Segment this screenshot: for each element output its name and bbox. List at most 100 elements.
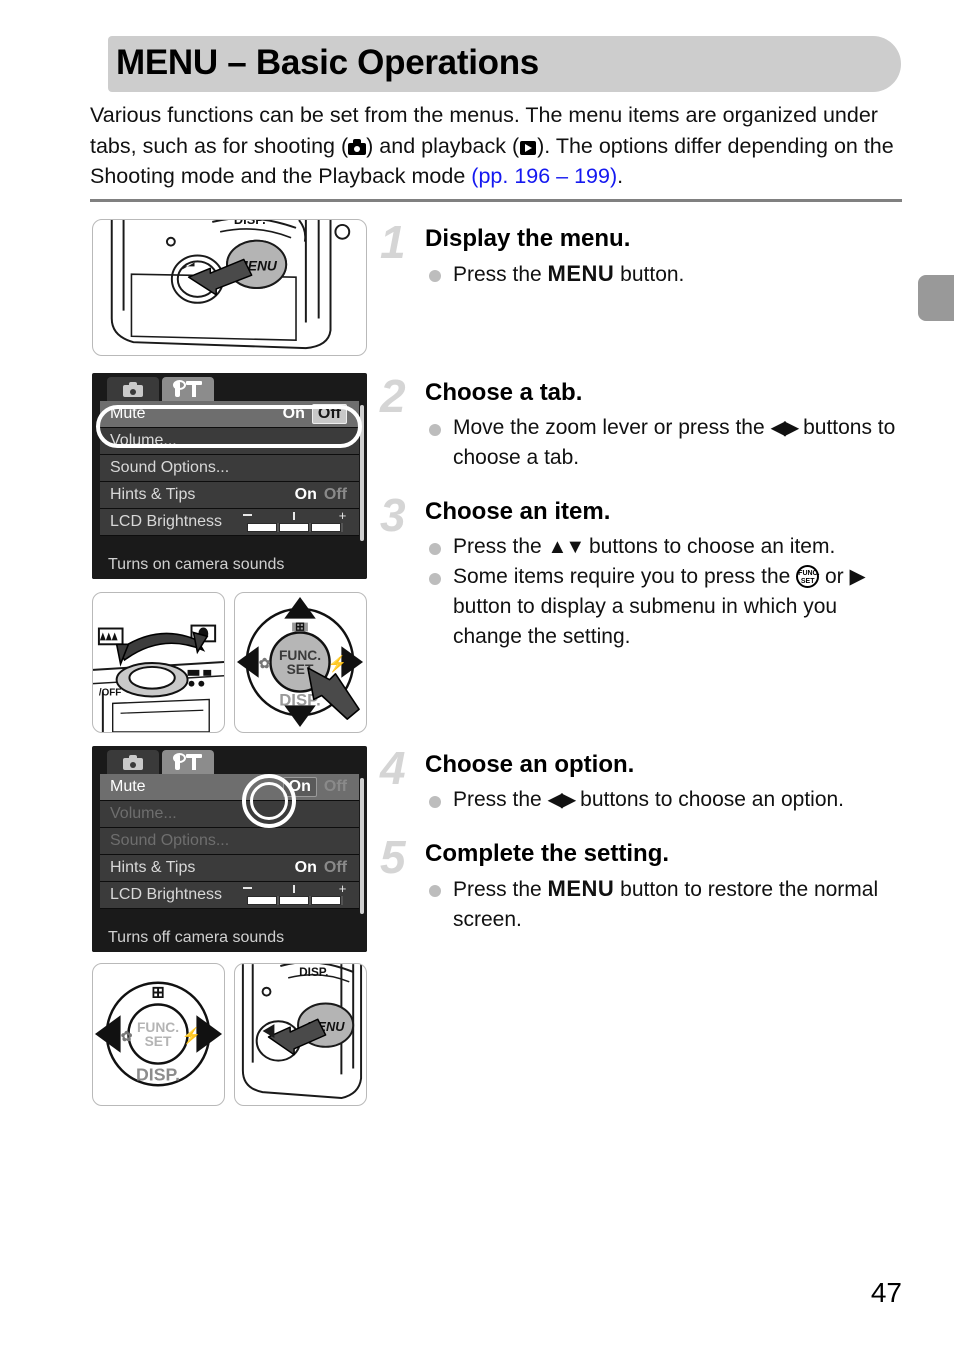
bullet-item: Press the MENU button to restore the nor… (425, 874, 905, 935)
menu-row-volume: Volume... (100, 801, 359, 828)
value-on[interactable]: On (295, 859, 317, 877)
figure-control-pad-lr: FUNC. SET ⊞ ✿ ⚡ DISP. (92, 963, 225, 1106)
step-bullets: Press the MENU button. (425, 259, 905, 290)
value-off[interactable]: Off (324, 486, 347, 504)
settings-tools-icon (173, 380, 202, 397)
step-number: 4 (380, 742, 406, 794)
bullet-text-pre: Press the (453, 263, 548, 286)
step-5: 5 Complete the setting. Press the MENU b… (380, 831, 905, 935)
value-on[interactable]: On (283, 405, 305, 423)
page-ref-199[interactable]: 199) (574, 164, 617, 188)
menu-row-mute[interactable]: Mute On Off (100, 401, 359, 428)
intro-period: . (617, 164, 624, 188)
svg-text:/OFF: /OFF (99, 687, 121, 698)
settings-tools-icon (173, 753, 202, 770)
menu-row-label: LCD Brightness (110, 513, 223, 530)
lcd-tab-shooting[interactable] (107, 750, 159, 774)
svg-text:DISP.: DISP. (136, 1064, 180, 1084)
menu-row-hints-tips[interactable]: Hints & Tips On Off (100, 482, 359, 509)
lcd-menu-list-2: Mute On Off Volume... Sound Options... H… (100, 774, 359, 909)
lcd-hint-text: Turns on camera sounds (92, 551, 367, 579)
menu-row-lcd-brightness[interactable]: LCD Brightness + (100, 509, 359, 536)
value-off[interactable]: Off (324, 778, 347, 796)
lcd-scrollbar[interactable] (360, 778, 364, 914)
menu-row-label: Sound Options... (110, 459, 230, 476)
step-number: 2 (380, 370, 406, 422)
minus-icon (243, 887, 252, 889)
lcd-tab-bar (92, 746, 367, 774)
step-3: 3 Choose an item. Press the ▲▼ buttons t… (380, 489, 905, 652)
page-ref-dash: – (550, 164, 575, 188)
step-bullets: Press the MENU button to restore the nor… (425, 874, 905, 935)
camera-icon (123, 754, 143, 770)
lcd-tab-settings[interactable] (162, 750, 214, 774)
bullet-item: Press the MENU button. (425, 259, 905, 290)
menu-row-lcd-brightness[interactable]: LCD Brightness + (100, 882, 359, 909)
up-down-arrow-icon: ▲▼ (547, 536, 586, 558)
lcd-screen-mute-off: Mute On Off Volume... Sound Options... H… (92, 373, 367, 579)
figure-camera-back-menu-2: MENU DISP. (234, 963, 367, 1106)
step-title: Choose an option. (425, 751, 635, 778)
menu-row-label: Mute (110, 405, 146, 422)
bullet-text-pre: Press the (453, 878, 548, 901)
value-off[interactable]: Off (324, 859, 347, 877)
menu-row-label: Hints & Tips (110, 859, 196, 876)
menu-row-volume[interactable]: Volume... (100, 428, 359, 455)
bullet-text-pre: Move the zoom lever or press the (453, 416, 771, 439)
left-right-arrow-icon: ◀▶ (770, 417, 799, 439)
menu-row-label: Mute (110, 778, 146, 795)
lcd-tab-shooting[interactable] (107, 377, 159, 401)
slider-segment (247, 896, 277, 905)
bullet-text-post: button. (614, 263, 685, 286)
value-on-selected[interactable]: On (282, 777, 317, 797)
lcd-scrollbar[interactable] (360, 405, 364, 541)
step-1: 1 Display the menu. Press the MENU butto… (380, 219, 905, 290)
menu-row-values: On Off (283, 404, 347, 424)
menu-row-mute[interactable]: Mute On Off (100, 774, 359, 801)
bullet-item: Move the zoom lever or press the ◀▶ butt… (425, 413, 905, 473)
slider-center-tick (293, 885, 295, 893)
svg-text:FUNC.: FUNC. (279, 648, 321, 663)
menu-row-hints-tips[interactable]: Hints & Tips On Off (100, 855, 359, 882)
chapter-index-tab (918, 275, 954, 321)
plus-icon: + (338, 881, 347, 896)
value-off-selected[interactable]: Off (311, 404, 347, 424)
menu-key-label: MENU (547, 876, 615, 901)
menu-key-label: MENU (547, 261, 615, 286)
svg-text:DISP.: DISP. (299, 965, 328, 979)
brightness-slider[interactable]: + (241, 509, 349, 533)
svg-text:DISP.: DISP. (234, 220, 266, 227)
menu-row-label: Volume... (110, 805, 177, 822)
step-number: 5 (380, 831, 406, 883)
svg-text:SET: SET (145, 1034, 172, 1049)
slider-segment (311, 896, 341, 905)
slider-segment (279, 896, 309, 905)
menu-row-sound-options[interactable]: Sound Options... (100, 455, 359, 482)
brightness-slider[interactable]: + (241, 881, 349, 906)
page-ref-196[interactable]: 196 (514, 164, 550, 188)
step-title: Display the menu. (425, 225, 631, 252)
step-4: 4 Choose an option. Press the ◀▶ buttons… (380, 742, 905, 815)
step-title: Complete the setting. (425, 840, 670, 867)
menu-row-label: LCD Brightness (110, 886, 223, 903)
camera-icon (348, 138, 367, 155)
svg-text:⊞: ⊞ (295, 619, 305, 633)
svg-text:✿: ✿ (121, 1029, 133, 1044)
menu-row-values: On Off (282, 777, 347, 797)
lcd-screen-mute-on: Mute On Off Volume... Sound Options... H… (92, 746, 367, 952)
menu-row-sound-options: Sound Options... (100, 828, 359, 855)
page-ref-open: (pp. (471, 164, 515, 188)
figure-zoom-lever: /OFF (92, 592, 225, 733)
step-2: 2 Choose a tab. Move the zoom lever or p… (380, 370, 905, 473)
svg-text:⚡: ⚡ (328, 654, 348, 673)
slider-segment (247, 523, 277, 532)
slider-segment (279, 523, 309, 532)
value-on[interactable]: On (295, 486, 317, 504)
step-number: 3 (380, 489, 406, 541)
lcd-menu-list-1: Mute On Off Volume... Sound Options... H… (100, 401, 359, 536)
left-right-arrow-icon: ◀▶ (547, 789, 577, 811)
menu-row-label: Sound Options... (110, 832, 230, 849)
lcd-tab-settings[interactable] (162, 377, 214, 401)
slider-center-tick (293, 512, 295, 520)
step-bullets: Press the ◀▶ buttons to choose an option… (425, 785, 905, 815)
